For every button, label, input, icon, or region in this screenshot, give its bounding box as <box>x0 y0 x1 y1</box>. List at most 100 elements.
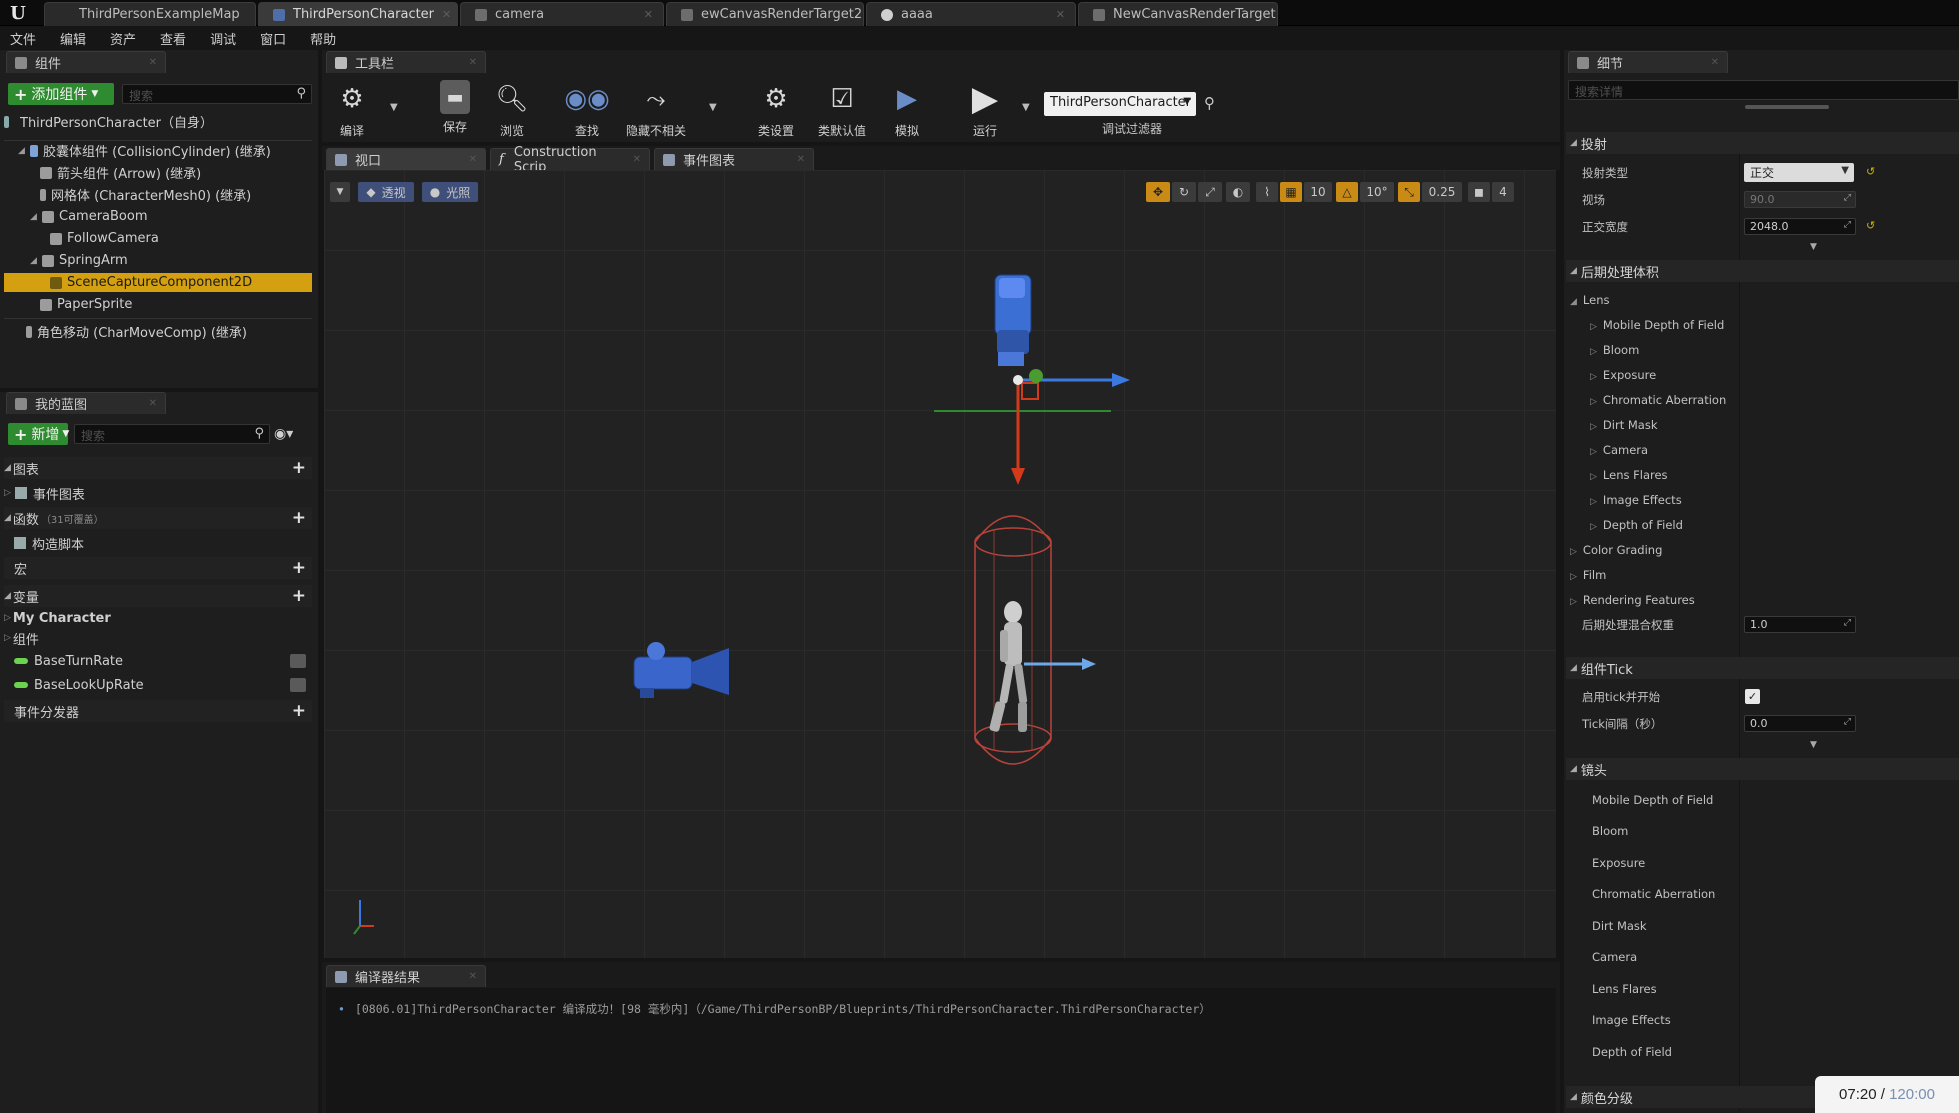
component-item-selected[interactable]: SceneCaptureComponent2D <box>4 273 312 292</box>
menu-window[interactable]: 窗口 <box>260 29 286 48</box>
find-button[interactable]: ◉◉ 查找 <box>557 80 617 139</box>
section-post-process-volume[interactable]: ◢ 后期处理体积 <box>1566 260 1959 282</box>
lens-subgroup-row[interactable]: ▷ Chromatic Aberration <box>1566 387 1959 412</box>
add-component-button[interactable]: + 添加组件 ▼ <box>8 83 114 105</box>
class-settings-button[interactable]: ⚙ 类设置 <box>746 80 806 139</box>
tab-compiler-results[interactable]: 编译器结果 ✕ <box>326 965 486 987</box>
close-icon[interactable]: ✕ <box>469 154 477 165</box>
new-button[interactable]: + 新增 ▼ <box>8 423 69 445</box>
tab-canvas-render-target-2[interactable]: ewCanvasRenderTarget2I✕ <box>666 2 864 26</box>
component-item[interactable]: ◢ CameraBoom <box>4 207 312 226</box>
lens-item-row[interactable]: Image Effects <box>1566 1007 1959 1032</box>
visibility-eye-icon[interactable]: ◉▾ <box>274 426 293 442</box>
macros-category[interactable]: 宏 + <box>4 557 312 579</box>
close-icon[interactable]: ✕ <box>797 154 805 165</box>
lens-subgroup-row[interactable]: ▷ Image Effects <box>1566 487 1959 512</box>
debug-object-select[interactable]: ThirdPersonCharacter ▼ <box>1044 92 1196 116</box>
save-button[interactable]: ▬ 保存 <box>425 80 485 135</box>
rendering-features-row[interactable]: ▷ Rendering Features <box>1566 587 1959 612</box>
add-variable-icon[interactable]: + <box>292 586 306 606</box>
add-function-icon[interactable]: + <box>292 508 306 528</box>
start-with-tick-checkbox[interactable]: ✓ <box>1745 689 1760 704</box>
lens-item-row[interactable]: Camera <box>1566 944 1959 969</box>
section-component-tick[interactable]: ◢ 组件Tick <box>1566 657 1959 679</box>
expand-advanced-icon[interactable]: ▼ <box>1810 740 1817 750</box>
close-icon[interactable]: ✕ <box>434 8 451 21</box>
component-root[interactable]: ThirdPersonCharacter（自身） <box>4 112 312 131</box>
debug-find-icon[interactable]: ⚲ <box>1204 94 1215 112</box>
my-character-category[interactable]: ▷ My Character <box>4 608 312 628</box>
menu-debug[interactable]: 调试 <box>210 29 236 48</box>
menu-view[interactable]: 查看 <box>160 29 186 48</box>
tab-my-blueprint[interactable]: 我的蓝图 ✕ <box>6 392 166 414</box>
close-icon[interactable]: ✕ <box>469 57 477 68</box>
tab-toolbar[interactable]: 工具栏 ✕ <box>326 51 486 73</box>
construction-script-item[interactable]: 构造脚本 <box>4 532 312 554</box>
close-icon[interactable]: ✕ <box>636 8 653 21</box>
close-icon[interactable]: ✕ <box>1711 57 1719 68</box>
section-lens[interactable]: ◢ 镜头 <box>1566 758 1959 780</box>
component-item[interactable]: 网格体 (CharacterMesh0) (继承) <box>4 185 312 204</box>
play-button[interactable]: ▶ 运行 <box>955 79 1015 139</box>
lens-item-row[interactable]: Exposure <box>1566 850 1959 875</box>
color-grading-row[interactable]: ▷ Color Grading <box>1566 537 1959 562</box>
play-options-dropdown[interactable]: ▼ <box>1022 102 1030 113</box>
add-graph-icon[interactable]: + <box>292 458 306 478</box>
follow-camera[interactable] <box>633 642 729 698</box>
lens-subgroup-row[interactable]: ▷ Mobile Depth of Field <box>1566 312 1959 337</box>
menu-asset[interactable]: 资产 <box>110 29 136 48</box>
component-item[interactable]: PaperSprite <box>4 295 312 314</box>
lens-subgroup-row[interactable]: ▷ Depth of Field <box>1566 512 1959 537</box>
lens-item-row[interactable]: Mobile Depth of Field <box>1566 787 1959 812</box>
components-var-category[interactable]: ▷ 组件 <box>4 628 312 648</box>
component-item[interactable]: FollowCamera <box>4 229 312 248</box>
lens-group-row[interactable]: ◢ Lens <box>1566 287 1959 312</box>
add-macro-icon[interactable]: + <box>292 558 306 578</box>
tab-aaaa[interactable]: aaaa ✕ <box>866 2 1076 26</box>
lens-subgroup-row[interactable]: ▷ Bloom <box>1566 337 1959 362</box>
tab-thirdpersonexamplemap[interactable]: ThirdPersonExampleMap <box>44 2 256 26</box>
tab-details[interactable]: 细节 ✕ <box>1568 51 1728 73</box>
simulate-button[interactable]: ▶ 模拟 <box>877 80 937 139</box>
menu-file[interactable]: 文件 <box>10 29 36 48</box>
expand-advanced-icon[interactable]: ▼ <box>1810 242 1817 252</box>
tab-camera[interactable]: camera ✕ <box>460 2 664 26</box>
tab-components[interactable]: 组件 ✕ <box>6 51 166 73</box>
blueprint-search-input[interactable]: 搜索 ⚲ <box>74 424 270 444</box>
class-defaults-button[interactable]: ☑ 类默认值 <box>812 80 872 139</box>
event-graph-item[interactable]: ▷ 事件图表 <box>4 482 312 504</box>
browse-button[interactable]: 🔍︎ 浏览 <box>482 80 542 139</box>
component-item[interactable]: 角色移动 (CharMoveComp) (继承) <box>4 322 312 341</box>
film-row[interactable]: ▷ Film <box>1566 562 1959 587</box>
tab-event-graph[interactable]: 事件图表 ✕ <box>654 148 814 170</box>
section-projection[interactable]: ◢ 投射 <box>1566 132 1959 154</box>
visibility-toggle[interactable] <box>290 678 306 692</box>
component-item[interactable]: 箭头组件 (Arrow) (继承) <box>4 163 312 182</box>
variable-item[interactable]: BaseTurnRate <box>4 650 312 672</box>
transform-gizmo[interactable] <box>934 369 1130 485</box>
viewport[interactable]: ▼ ◆ 透视 ● 光照 ✥ ↻ ⤢ ◐ ⌇ ▦ 10 △ 10° ⤡ 0.25 ◼ … <box>324 170 1556 958</box>
close-icon[interactable]: ✕ <box>149 398 157 409</box>
lens-subgroup-row[interactable]: ▷ Dirt Mask <box>1566 412 1959 437</box>
close-icon[interactable]: ✕ <box>633 154 641 165</box>
hide-unrelated-button[interactable]: ⤳ 隐藏不相关 <box>626 80 686 139</box>
tab-construction-script[interactable]: f Construction Scrip ✕ <box>490 145 650 175</box>
lens-subgroup-row[interactable]: ▷ Lens Flares <box>1566 462 1959 487</box>
ortho-width-field[interactable]: 2048.0 ⤢ <box>1744 218 1856 235</box>
component-item[interactable]: ◢ 胶囊体组件 (CollisionCylinder) (继承) <box>4 141 312 160</box>
lens-item-row[interactable]: Chromatic Aberration <box>1566 881 1959 906</box>
reset-default-icon[interactable]: ↺ <box>1866 219 1875 232</box>
close-icon[interactable]: ✕ <box>1276 8 1277 21</box>
hide-unrelated-dropdown[interactable]: ▼ <box>709 102 717 113</box>
lens-item-row[interactable]: Lens Flares <box>1566 976 1959 1001</box>
variables-category[interactable]: ◢ 变量 + <box>4 585 312 607</box>
tab-new-canvas-render-target[interactable]: NewCanvasRenderTarget✕ <box>1078 2 1278 26</box>
lens-item-row[interactable]: Depth of Field <box>1566 1039 1959 1064</box>
lens-subgroup-row[interactable]: ▷ Exposure <box>1566 362 1959 387</box>
tab-viewport[interactable]: 视口 ✕ <box>326 148 486 170</box>
tab-thirdpersoncharacter[interactable]: ThirdPersonCharacter ✕ <box>258 2 458 26</box>
lens-item-row[interactable]: Dirt Mask <box>1566 913 1959 938</box>
scene-capture-camera[interactable] <box>994 274 1032 366</box>
close-icon[interactable]: ✕ <box>469 971 477 982</box>
lens-subgroup-row[interactable]: ▷ Camera <box>1566 437 1959 462</box>
